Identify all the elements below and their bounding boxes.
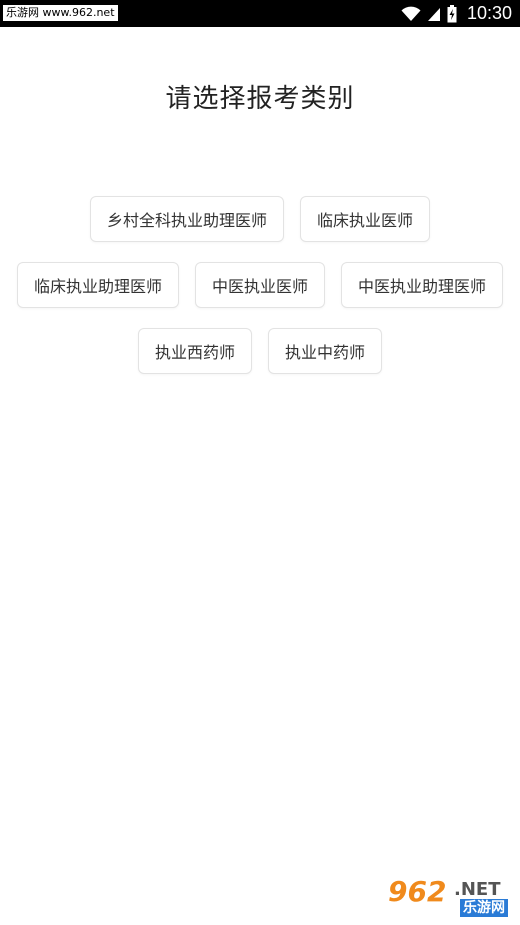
battery-charging-icon	[447, 4, 457, 23]
option-button-tcm-pharmacist[interactable]: 执业中药师	[268, 328, 383, 374]
option-button-western-pharmacist[interactable]: 执业西药师	[137, 328, 252, 374]
status-icons: 10:30	[401, 0, 512, 27]
options-row-3: 执业西药师 执业中药师	[0, 328, 520, 374]
status-time: 10:30	[466, 3, 512, 23]
status-bar: 乐游网 www.962.net 10:30	[0, 0, 520, 27]
category-options: 乡村全科执业助理医师 临床执业医师 临床执业助理医师 中医执业医师 中医执业助理…	[0, 196, 520, 394]
option-button-tcm-physician[interactable]: 中医执业医师	[194, 262, 325, 308]
wifi-icon	[401, 6, 421, 22]
logo-chinese: 乐游网	[460, 899, 508, 917]
option-button-tcm-assistant-physician[interactable]: 中医执业助理医师	[341, 262, 504, 308]
logo-suffix: .NET	[454, 879, 501, 900]
cellular-signal-icon	[427, 6, 441, 22]
options-row-2: 临床执业助理医师 中医执业医师 中医执业助理医师	[0, 262, 520, 308]
option-button-clinical-physician[interactable]: 临床执业医师	[300, 196, 431, 242]
logo-number: 962	[388, 875, 447, 908]
site-watermark: 乐游网 www.962.net	[3, 5, 118, 21]
option-button-clinical-assistant-physician[interactable]: 临床执业助理医师	[16, 262, 179, 308]
site-logo-watermark: 962 .NET 乐游网	[382, 875, 514, 919]
option-button-rural-general-assistant-physician[interactable]: 乡村全科执业助理医师	[89, 196, 284, 242]
options-row-1: 乡村全科执业助理医师 临床执业医师	[0, 196, 520, 242]
page-title: 请选择报考类别	[165, 84, 355, 114]
